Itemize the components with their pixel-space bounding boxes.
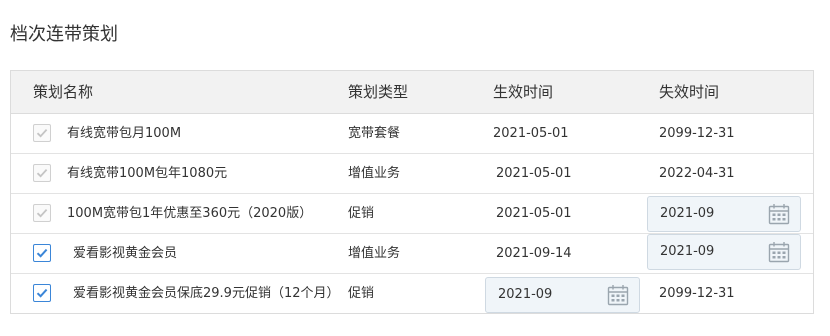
- column-header-type: 策划类型: [348, 83, 409, 101]
- table-row: 有线宽带包月100M 宽带套餐 2021-05-01 2099-12-31: [11, 114, 813, 154]
- plan-type: 宽带套餐: [348, 126, 401, 141]
- column-header-name: 策划名称: [33, 83, 94, 101]
- end-date: 2099-12-31: [659, 126, 735, 141]
- end-date-picker[interactable]: 2021-09: [647, 234, 801, 270]
- plan-name: 100M宽带包1年优惠至360元（2020版）: [67, 206, 313, 221]
- column-header-start: 生效时间: [493, 83, 554, 101]
- end-date: 2022-04-31: [659, 166, 735, 181]
- row-checkbox: [33, 164, 51, 182]
- calendar-icon[interactable]: [768, 241, 790, 263]
- end-date-picker[interactable]: 2021-09: [647, 196, 801, 232]
- end-date: 2099-12-31: [659, 286, 735, 301]
- end-date-value: 2021-09: [660, 244, 715, 259]
- check-icon: [36, 248, 48, 258]
- column-header-end: 失效时间: [659, 83, 720, 101]
- start-date: 2021-05-01: [496, 166, 572, 181]
- start-date: 2021-05-01: [496, 206, 572, 221]
- plan-type: 增值业务: [348, 246, 401, 261]
- row-checkbox[interactable]: [33, 244, 51, 262]
- start-date-value: 2021-09: [498, 287, 553, 302]
- start-date: 2021-05-01: [493, 126, 569, 141]
- table-row: 有线宽带100M包年1080元 增值业务 2021-05-01 2022-04-…: [11, 154, 813, 194]
- start-date-picker[interactable]: 2021-09: [485, 277, 640, 313]
- check-icon: [36, 168, 48, 178]
- table-header: 策划名称 策划类型 生效时间 失效时间: [11, 71, 813, 114]
- check-icon: [36, 208, 48, 218]
- plan-type: 增值业务: [348, 166, 401, 181]
- plan-name: 有线宽带包月100M: [67, 126, 182, 141]
- check-icon: [36, 128, 48, 138]
- end-date-value: 2021-09: [660, 206, 715, 221]
- row-checkbox: [33, 204, 51, 222]
- plan-type: 促销: [348, 206, 375, 221]
- plan-name: 爱看影视黄金会员保底29.9元促销（12个月）: [73, 286, 340, 301]
- row-checkbox[interactable]: [33, 284, 51, 302]
- plan-name: 爱看影视黄金会员: [73, 246, 178, 261]
- plan-type: 促销: [348, 286, 375, 301]
- start-date: 2021-09-14: [496, 246, 572, 261]
- plan-table: 策划名称 策划类型 生效时间 失效时间 有线宽带包月100M 宽带套餐 2021…: [10, 70, 814, 314]
- row-checkbox: [33, 124, 51, 142]
- calendar-icon[interactable]: [607, 284, 629, 306]
- check-icon: [36, 288, 48, 298]
- calendar-icon[interactable]: [768, 203, 790, 225]
- table-row: 爱看影视黄金会员保底29.9元促销（12个月） 促销 2099-12-31: [11, 274, 813, 314]
- plan-name: 有线宽带100M包年1080元: [67, 166, 228, 181]
- page-title: 档次连带策划: [10, 24, 118, 45]
